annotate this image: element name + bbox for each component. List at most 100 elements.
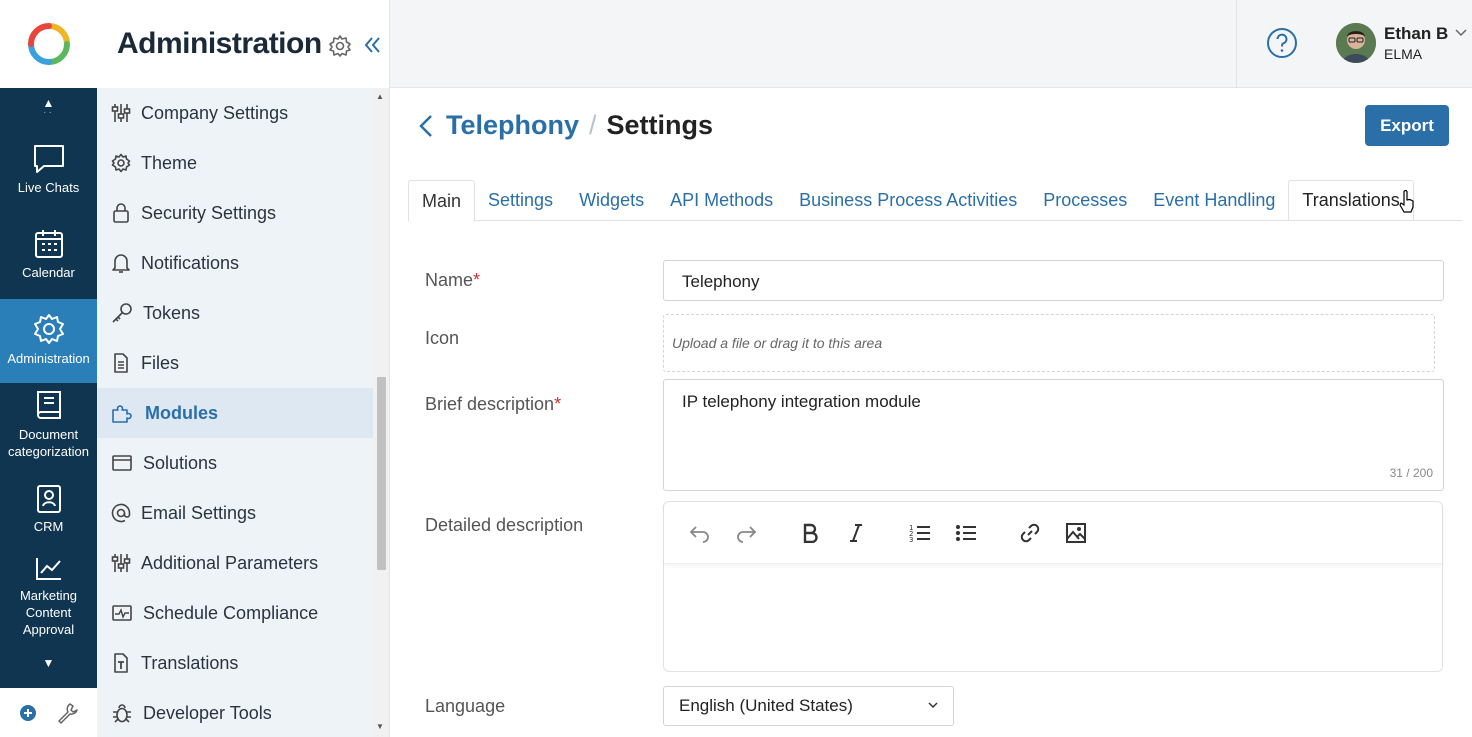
user-menu[interactable]: Ethan B ELMA	[1336, 23, 1448, 63]
at-sign-icon	[111, 503, 131, 523]
scrollbar-thumb[interactable]	[377, 377, 386, 570]
admin-item-tokens[interactable]: Tokens	[97, 288, 373, 338]
language-label: Language	[425, 696, 506, 716]
tab-event-handling[interactable]: Event Handling	[1140, 180, 1288, 221]
chat-icon	[33, 145, 64, 173]
admin-item-company-settings[interactable]: Company Settings	[97, 88, 373, 138]
scroll-down-arrow-icon[interactable]: ▼	[376, 722, 384, 731]
admin-item-translations[interactable]: Translations	[97, 638, 373, 688]
logo-icon	[27, 23, 70, 65]
admin-menu-scrollbar[interactable]: ▲ ▼	[373, 88, 389, 737]
rail-scroll-up[interactable]: ▲ ··	[0, 96, 97, 128]
admin-sidebar: Administration Company Settings Theme Se…	[97, 0, 390, 737]
add-circle-icon[interactable]	[19, 704, 37, 722]
rail-item-crm[interactable]: CRM	[0, 484, 97, 540]
lock-icon	[113, 203, 129, 223]
rail-scroll-down[interactable]: ▼	[0, 656, 97, 670]
tab-widgets[interactable]: Widgets	[566, 180, 657, 221]
header-divider	[1236, 0, 1237, 88]
rich-text-editor[interactable]: 123	[663, 501, 1443, 672]
admin-item-developer-tools[interactable]: Developer Tools	[97, 688, 373, 737]
admin-item-notifications[interactable]: Notifications	[97, 238, 373, 288]
book-icon	[36, 391, 61, 419]
app-rail: ▲ ·· Live Chats Calendar Administration …	[0, 0, 97, 737]
user-name: Ethan B	[1384, 24, 1449, 43]
tab-settings[interactable]: Settings	[475, 180, 566, 221]
puzzle-icon	[112, 405, 132, 423]
bug-icon	[113, 704, 131, 723]
admin-item-security-settings[interactable]: Security Settings	[97, 188, 373, 238]
help-icon[interactable]	[1266, 27, 1298, 59]
gear-icon	[111, 153, 131, 173]
gear-icon[interactable]	[328, 34, 352, 58]
chevron-down-icon	[928, 702, 938, 709]
brief-description-textarea[interactable]: IP telephony integration module 31 / 200	[663, 379, 1444, 491]
double-chevron-left-icon	[364, 37, 380, 53]
rail-item-live-chats[interactable]: Live Chats	[0, 143, 97, 209]
wrench-icon[interactable]	[56, 702, 78, 724]
name-input[interactable]: Telephony	[663, 260, 1444, 301]
rail-item-administration[interactable]: Administration	[0, 299, 97, 383]
character-counter: 31 / 200	[1389, 466, 1433, 480]
app-logo[interactable]	[0, 0, 97, 88]
italic-icon[interactable]	[844, 521, 868, 545]
svg-text:3: 3	[909, 536, 913, 543]
avatar	[1336, 23, 1376, 63]
numbered-list-icon[interactable]: 123	[908, 521, 932, 545]
bullet-list-icon[interactable]	[954, 521, 978, 545]
admin-item-additional-parameters[interactable]: Additional Parameters	[97, 538, 373, 588]
page-title: Settings	[606, 110, 714, 140]
cursor-hand-icon	[1399, 190, 1414, 213]
icon-upload-area[interactable]: Upload a file or drag it to this area	[663, 314, 1435, 372]
user-organization: ELMA	[1384, 46, 1423, 62]
main-content: Telephony / Settings Export Main Setting…	[390, 88, 1472, 737]
tab-main[interactable]: Main	[408, 180, 476, 222]
chart-icon	[35, 558, 61, 580]
tab-api-methods[interactable]: API Methods	[657, 180, 786, 221]
admin-item-files[interactable]: Files	[97, 338, 373, 388]
language-select[interactable]: English (United States)	[663, 686, 954, 726]
text-document-icon	[114, 653, 128, 673]
bell-icon	[112, 254, 130, 273]
pulse-monitor-icon	[112, 605, 132, 621]
tab-translations[interactable]: Translations	[1288, 180, 1414, 221]
editor-toolbar: 123	[664, 502, 1442, 564]
sliders-icon	[111, 104, 131, 122]
bold-icon[interactable]	[798, 521, 822, 545]
admin-title: Administration	[117, 27, 322, 60]
admin-item-theme[interactable]: Theme	[97, 138, 373, 188]
detailed-description-label: Detailed description	[425, 515, 584, 535]
gear-icon	[33, 314, 64, 344]
name-label: Name*	[425, 270, 481, 290]
icon-label: Icon	[425, 328, 460, 348]
link-icon[interactable]	[1018, 521, 1042, 545]
tab-business-process-activities[interactable]: Business Process Activities	[786, 180, 1030, 221]
admin-item-schedule-compliance[interactable]: Schedule Compliance	[97, 588, 373, 638]
scroll-up-arrow-icon[interactable]: ▲	[376, 92, 384, 101]
image-icon[interactable]	[1064, 521, 1088, 545]
file-icon	[114, 353, 128, 373]
admin-item-email-settings[interactable]: Email Settings	[97, 488, 373, 538]
undo-icon[interactable]	[688, 521, 712, 545]
brief-description-label: Brief description*	[425, 394, 562, 414]
chevron-down-icon[interactable]	[1455, 28, 1467, 38]
rail-bottom-bar	[0, 688, 97, 737]
collapse-sidebar-button[interactable]	[357, 30, 387, 60]
window-icon	[112, 455, 132, 471]
top-header: Ethan B ELMA	[390, 0, 1472, 88]
tab-bar: Main Settings Widgets API Methods Busine…	[408, 180, 1462, 222]
tab-processes[interactable]: Processes	[1030, 180, 1140, 221]
rail-item-marketing-content-approval[interactable]: Marketing Content Approval	[0, 555, 97, 641]
export-button[interactable]: Export	[1365, 105, 1449, 146]
admin-item-solutions[interactable]: Solutions	[97, 438, 373, 488]
breadcrumb: Telephony / Settings	[418, 110, 713, 141]
rail-item-calendar[interactable]: Calendar	[0, 228, 97, 294]
calendar-icon	[34, 230, 63, 258]
redo-icon[interactable]	[734, 521, 758, 545]
admin-item-modules[interactable]: Modules	[97, 388, 373, 438]
rail-item-document-categorization[interactable]: Document categorization	[0, 388, 97, 464]
chevron-down-icon: ▼	[42, 656, 55, 670]
back-arrow-icon[interactable]	[418, 113, 434, 139]
breadcrumb-separator: /	[589, 110, 597, 140]
breadcrumb-link[interactable]: Telephony	[446, 110, 579, 141]
